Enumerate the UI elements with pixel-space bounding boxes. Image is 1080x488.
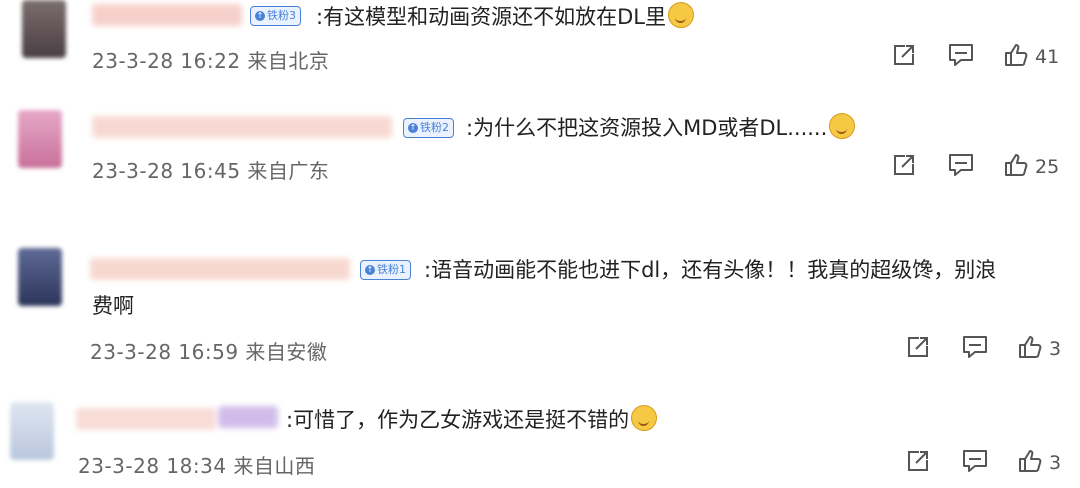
share-icon[interactable] bbox=[905, 334, 931, 364]
badge-label: 铁粉2 bbox=[420, 121, 449, 134]
comment-icon[interactable] bbox=[947, 152, 975, 182]
like-count: 25 bbox=[1035, 156, 1060, 178]
badge-label: 铁粉1 bbox=[377, 263, 406, 276]
comment-text-content: :有这模型和动画资源还不如放在DL里 bbox=[316, 5, 666, 29]
like-count: 3 bbox=[1049, 338, 1062, 360]
fan-badge[interactable]: ↑ 铁粉1 bbox=[360, 260, 411, 280]
avatar[interactable] bbox=[22, 0, 66, 58]
comment-text: :语音动画能不能也进下dl，还有头像！！我真的超级馋，别浪 bbox=[424, 252, 996, 288]
username[interactable] bbox=[92, 4, 242, 26]
comment-time: 23-3-28 16:59 bbox=[90, 340, 239, 364]
grin-emoji-icon bbox=[829, 113, 856, 139]
comment-text: :有这模型和动画资源还不如放在DL里 bbox=[316, 0, 694, 35]
comment-text: :可惜了，作为乙女游戏还是挺不错的 bbox=[286, 402, 658, 438]
comment-actions: 25 bbox=[891, 152, 1059, 182]
share-icon[interactable] bbox=[905, 448, 931, 478]
comment-actions: 3 bbox=[905, 448, 1061, 478]
username-tag[interactable] bbox=[218, 406, 278, 428]
thumbs-up-icon[interactable] bbox=[1017, 334, 1043, 364]
comment-meta: 23-3-28 16:59 来自安徽 bbox=[90, 336, 327, 365]
thumbs-up-icon[interactable] bbox=[1003, 152, 1029, 182]
fan-badge[interactable]: ↑ 铁粉3 bbox=[250, 6, 301, 26]
avatar[interactable] bbox=[18, 110, 62, 168]
username[interactable] bbox=[76, 408, 216, 430]
like-count: 41 bbox=[1035, 46, 1060, 68]
comment-icon[interactable] bbox=[961, 334, 989, 364]
comment-text: 费啊 bbox=[92, 288, 134, 324]
fan-badge[interactable]: ↑ 铁粉2 bbox=[403, 118, 454, 138]
up-arrow-icon: ↑ bbox=[408, 123, 418, 133]
comment-icon[interactable] bbox=[947, 42, 975, 72]
thumbs-up-icon[interactable] bbox=[1017, 448, 1043, 478]
comment-text-content: :为什么不把这资源投入MD或者DL...... bbox=[466, 116, 828, 140]
comment-text-content: :可惜了，作为乙女游戏还是挺不错的 bbox=[286, 408, 630, 432]
comment-text-line1: :语音动画能不能也进下dl，还有头像！！我真的超级馋，别浪 bbox=[424, 258, 997, 282]
comment-location: 来自北京 bbox=[247, 49, 330, 73]
like-count: 3 bbox=[1049, 452, 1062, 474]
avatar[interactable] bbox=[18, 248, 62, 306]
comment-time: 23-3-28 18:34 bbox=[78, 454, 227, 478]
comment-text-line2: 费啊 bbox=[92, 294, 134, 318]
comment-actions: 3 bbox=[905, 334, 1061, 364]
share-icon[interactable] bbox=[891, 152, 917, 182]
comment-location: 来自山西 bbox=[233, 454, 316, 478]
comment-text: :为什么不把这资源投入MD或者DL...... bbox=[466, 110, 856, 146]
grin-emoji-icon bbox=[667, 2, 694, 28]
comment-meta: 23-3-28 18:34 来自山西 bbox=[78, 450, 315, 479]
comment-icon[interactable] bbox=[961, 448, 989, 478]
thumbs-up-icon[interactable] bbox=[1003, 42, 1029, 72]
share-icon[interactable] bbox=[891, 42, 917, 72]
up-arrow-icon: ↑ bbox=[365, 265, 375, 275]
comment-meta: 23-3-28 16:45 来自广东 bbox=[92, 155, 329, 184]
cat-emoji-icon bbox=[631, 405, 658, 431]
comment-meta: 23-3-28 16:22 来自北京 bbox=[92, 45, 329, 74]
comment-actions: 41 bbox=[891, 42, 1059, 72]
comment-location: 来自广东 bbox=[247, 159, 330, 183]
comment-time: 23-3-28 16:45 bbox=[92, 159, 241, 183]
up-arrow-icon: ↑ bbox=[255, 11, 265, 21]
comment-time: 23-3-28 16:22 bbox=[92, 49, 241, 73]
username[interactable] bbox=[92, 116, 392, 138]
comment-location: 来自安徽 bbox=[245, 340, 328, 364]
username[interactable] bbox=[90, 258, 350, 280]
badge-label: 铁粉3 bbox=[267, 9, 296, 22]
avatar[interactable] bbox=[10, 402, 54, 460]
